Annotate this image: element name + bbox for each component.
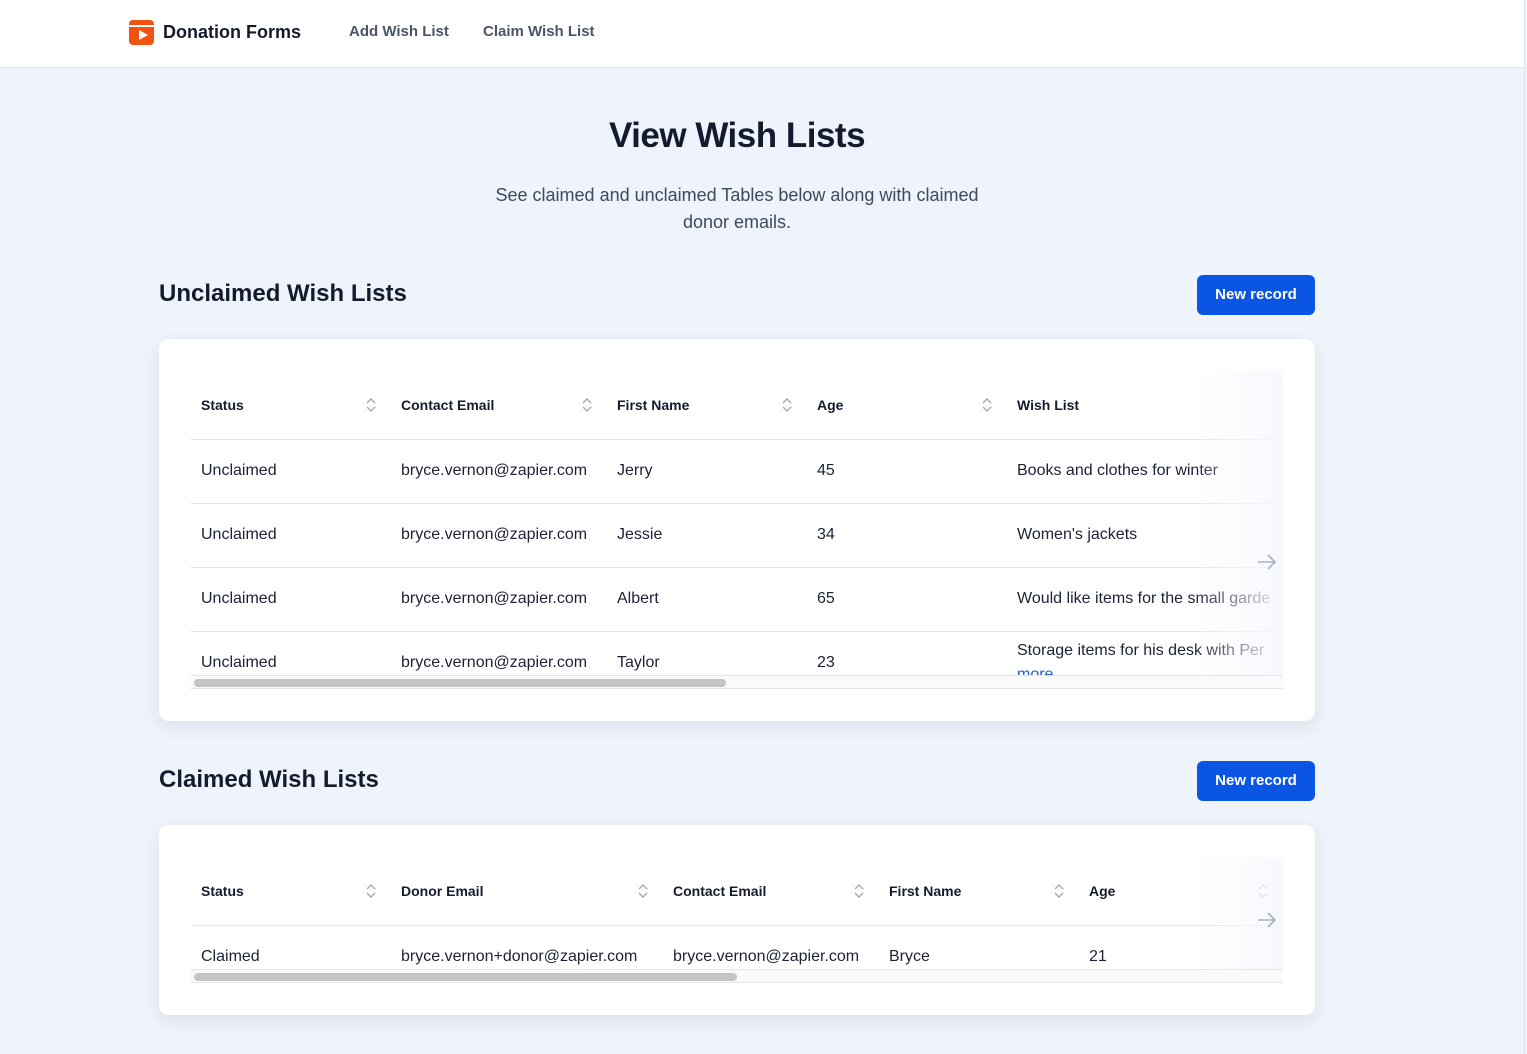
- table-row[interactable]: Unclaimed bryce.vernon@zapier.com Jerry …: [191, 439, 1283, 504]
- cell-first-name: Bryce: [879, 925, 1079, 969]
- cell-first-name: Albert: [607, 567, 807, 632]
- table-header-row: Status Contact Email First Name Age Wish…: [191, 371, 1283, 440]
- page-subtitle: See claimed and unclaimed Tables below a…: [470, 182, 1004, 236]
- cell-age: 23: [807, 631, 1007, 675]
- claimed-table-card: Status Donor Email Contact Email First N…: [159, 825, 1315, 1015]
- cell-contact-email: bryce.vernon@zapier.com: [391, 439, 607, 504]
- column-header-donor-email[interactable]: Donor Email: [391, 857, 663, 926]
- unclaimed-new-record-button[interactable]: New record: [1197, 275, 1315, 315]
- sort-icon[interactable]: [366, 883, 376, 899]
- cell-status: Unclaimed: [191, 631, 391, 675]
- page-scrollbar-edge: [1524, 0, 1525, 1054]
- sort-icon[interactable]: [638, 883, 648, 899]
- unclaimed-horizontal-scrollbar[interactable]: [191, 675, 1283, 689]
- cell-first-name: Jessie: [607, 503, 807, 568]
- claimed-table-scroll-area[interactable]: Status Donor Email Contact Email First N…: [191, 857, 1283, 969]
- cell-age: 65: [807, 567, 1007, 632]
- column-header-status[interactable]: Status: [191, 371, 391, 440]
- claimed-new-record-button[interactable]: New record: [1197, 761, 1315, 801]
- nav-add-wish-list[interactable]: Add Wish List: [349, 23, 449, 40]
- cell-status: Unclaimed: [191, 503, 391, 568]
- cell-donor-email: bryce.vernon+donor@zapier.com: [391, 925, 663, 969]
- scroll-fade-overlay: [1193, 371, 1283, 675]
- cell-contact-email: bryce.vernon@zapier.com: [663, 925, 879, 969]
- scrollbar-thumb[interactable]: [194, 973, 737, 981]
- cell-age: 34: [807, 503, 1007, 568]
- brand-name: Donation Forms: [163, 22, 301, 42]
- column-header-contact-email[interactable]: Contact Email: [663, 857, 879, 926]
- unclaimed-section-title: Unclaimed Wish Lists: [159, 280, 407, 307]
- table-row[interactable]: Unclaimed bryce.vernon@zapier.com Albert…: [191, 567, 1283, 632]
- page-subtitle-line-1: See claimed and unclaimed Tables below a…: [495, 185, 979, 205]
- sort-icon[interactable]: [854, 883, 864, 899]
- column-header-contact-email[interactable]: Contact Email: [391, 371, 607, 440]
- cell-contact-email: bryce.vernon@zapier.com: [391, 631, 607, 675]
- column-header-age[interactable]: Age: [807, 371, 1007, 440]
- cell-age: 45: [807, 439, 1007, 504]
- column-header-first-name[interactable]: First Name: [607, 371, 807, 440]
- page-title: View Wish Lists: [608, 116, 866, 155]
- column-header-status[interactable]: Status: [191, 857, 391, 926]
- unclaimed-table-card: Status Contact Email First Name Age Wish…: [159, 339, 1315, 721]
- sort-icon[interactable]: [582, 397, 592, 413]
- page-subtitle-line-2: donor emails.: [682, 212, 792, 232]
- sort-icon[interactable]: [1054, 883, 1064, 899]
- brand[interactable]: Donation Forms: [129, 20, 301, 45]
- cell-status: Unclaimed: [191, 439, 391, 504]
- claimed-horizontal-scrollbar[interactable]: [191, 969, 1283, 983]
- table-row[interactable]: Claimed bryce.vernon+donor@zapier.com br…: [191, 925, 1283, 969]
- scroll-right-arrow-icon[interactable]: [1257, 912, 1277, 928]
- cell-first-name: Taylor: [607, 631, 807, 675]
- table-row[interactable]: Unclaimed bryce.vernon@zapier.com Taylor…: [191, 631, 1283, 675]
- scroll-right-arrow-icon[interactable]: [1257, 554, 1277, 570]
- show-more-link[interactable]: more: [1017, 666, 1053, 675]
- column-header-first-name[interactable]: First Name: [879, 857, 1079, 926]
- sort-icon[interactable]: [982, 397, 992, 413]
- sort-icon[interactable]: [782, 397, 792, 413]
- unclaimed-table: Status Contact Email First Name Age Wish…: [191, 371, 1283, 675]
- top-navigation-bar: Donation Forms Add Wish List Claim Wish …: [0, 0, 1524, 68]
- sort-icon[interactable]: [366, 397, 376, 413]
- claimed-section-title: Claimed Wish Lists: [159, 766, 379, 793]
- table-header-row: Status Donor Email Contact Email First N…: [191, 857, 1283, 926]
- unclaimed-table-scroll-area[interactable]: Status Contact Email First Name Age Wish…: [191, 371, 1283, 675]
- table-row[interactable]: Unclaimed bryce.vernon@zapier.com Jessie…: [191, 503, 1283, 568]
- cell-contact-email: bryce.vernon@zapier.com: [391, 503, 607, 568]
- claimed-table: Status Donor Email Contact Email First N…: [191, 857, 1283, 969]
- brand-logo-icon: [129, 20, 154, 45]
- cell-first-name: Jerry: [607, 439, 807, 504]
- cell-status: Claimed: [191, 925, 391, 969]
- cell-status: Unclaimed: [191, 567, 391, 632]
- scrollbar-thumb[interactable]: [194, 679, 726, 687]
- nav-claim-wish-list[interactable]: Claim Wish List: [483, 23, 595, 40]
- cell-contact-email: bryce.vernon@zapier.com: [391, 567, 607, 632]
